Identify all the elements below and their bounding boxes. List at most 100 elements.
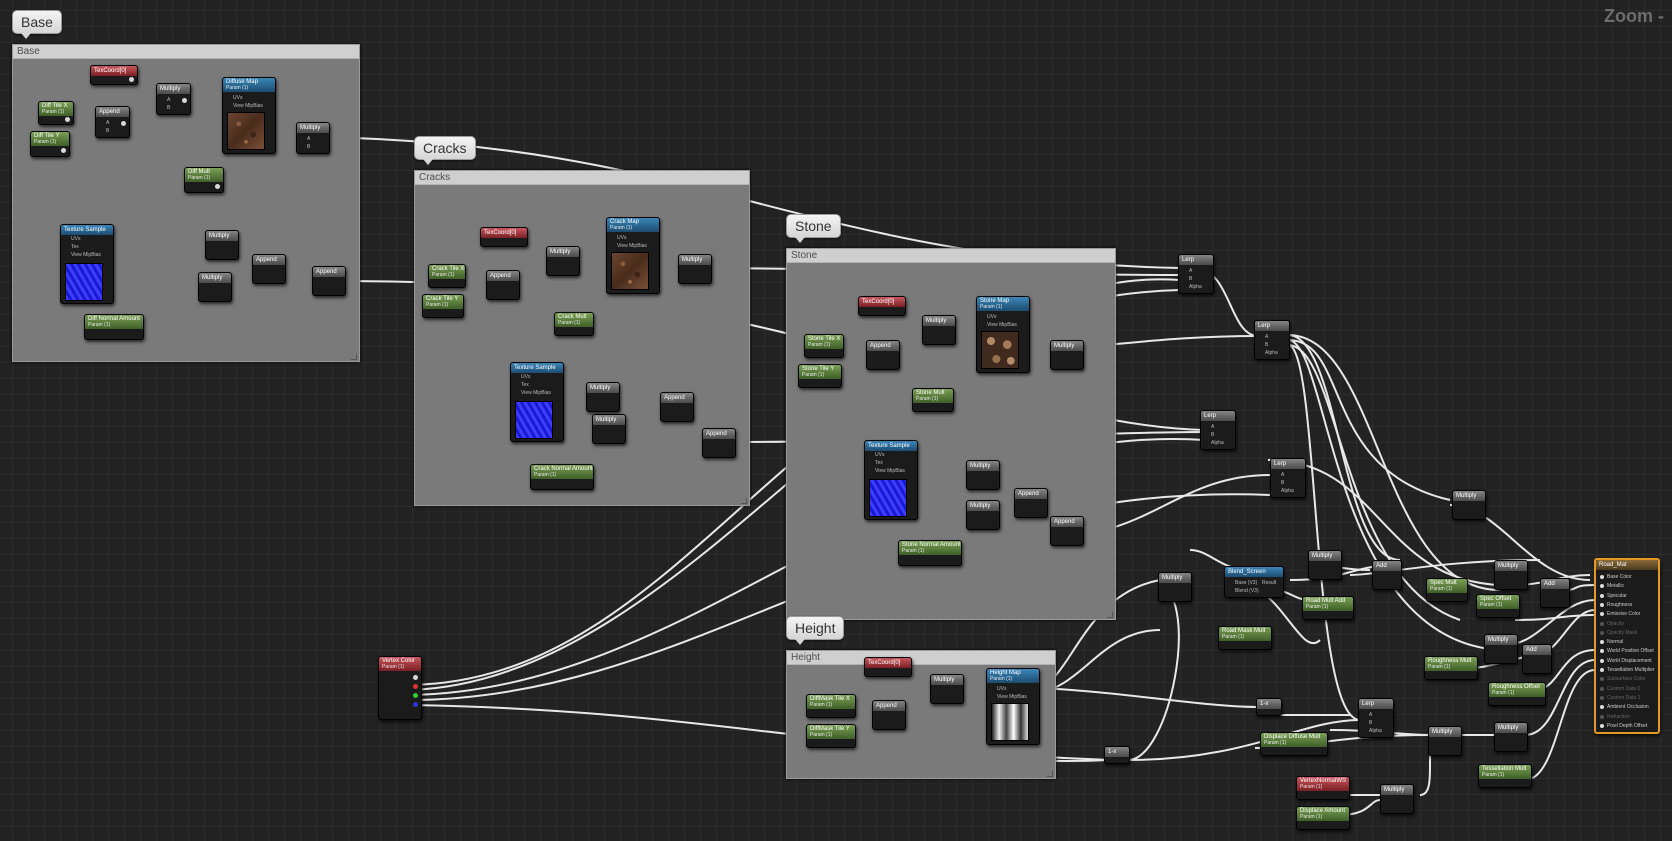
- blend-screen-node[interactable]: Blend_Screen Base (V3) Blend (V3) Result: [1224, 566, 1284, 598]
- output-pin[interactable]: [61, 148, 66, 153]
- comment-box-cracks[interactable]: Cracks: [414, 170, 750, 506]
- output-pin-b[interactable]: [413, 702, 418, 707]
- output-pin[interactable]: [129, 77, 134, 82]
- output-pin[interactable]: [182, 98, 187, 103]
- append-node[interactable]: Append: [702, 428, 736, 458]
- result-input-row[interactable]: Pixel Depth Offset: [1600, 723, 1647, 729]
- append-node[interactable]: Append: [486, 270, 520, 300]
- input-pin[interactable]: [1600, 686, 1604, 691]
- result-input-row[interactable]: Roughness: [1600, 602, 1632, 608]
- vertex-normal-ws-node[interactable]: VertexNormalWS Param (1): [1296, 776, 1350, 800]
- diff-tile-y-node[interactable]: Diff Tile Y Param (1): [30, 131, 70, 157]
- multiply-node[interactable]: Multiply: [678, 254, 712, 284]
- multiply-node[interactable]: Multiply: [1050, 340, 1084, 370]
- result-input-row[interactable]: World Displacement: [1600, 658, 1652, 664]
- texcoord-node[interactable]: TexCoord[0]: [90, 65, 138, 85]
- append-node[interactable]: Append: [1014, 488, 1048, 518]
- diffmask-tile-x-node[interactable]: DiffMask Tile X Param (1): [806, 694, 856, 718]
- multiply-node[interactable]: Multiply: [966, 500, 1000, 530]
- multiply-node[interactable]: Multiply: [1494, 722, 1528, 752]
- diff-normal-amount-node[interactable]: Diff Normal Amount Param (1): [84, 314, 144, 340]
- input-pin[interactable]: [1600, 695, 1604, 700]
- texture-sample-node[interactable]: Texture Sample UVs Tex View MipBias: [60, 224, 114, 304]
- input-pin[interactable]: [1600, 677, 1604, 682]
- output-pin-g[interactable]: [413, 693, 418, 698]
- append-node[interactable]: Append: [312, 266, 346, 296]
- crack-tile-y-node[interactable]: Crack Tile Y Param (1): [422, 294, 464, 318]
- input-pin[interactable]: [1600, 612, 1604, 617]
- result-input-row[interactable]: Tessellation Multiplier: [1600, 667, 1655, 673]
- multiply-node[interactable]: Multiply: [1452, 490, 1486, 520]
- input-pin[interactable]: [1600, 584, 1604, 589]
- material-result-node[interactable]: Road_Mat Base Color Metallic Specular Rough…: [1594, 558, 1660, 734]
- result-input-row[interactable]: Metallic: [1600, 583, 1624, 589]
- add-node[interactable]: Add: [1372, 560, 1402, 590]
- multiply-node[interactable]: Multiply: [1158, 572, 1192, 602]
- append-node[interactable]: Append: [660, 392, 694, 422]
- diff-mult-node[interactable]: Diff Mult Param (1): [184, 167, 224, 193]
- spec-mult-node[interactable]: Spec Mult Param (1): [1426, 578, 1468, 602]
- multiply-node[interactable]: Multiply: [1494, 560, 1528, 590]
- output-pin-r[interactable]: [413, 684, 418, 689]
- resize-handle[interactable]: [741, 498, 747, 504]
- input-pin[interactable]: [1600, 630, 1604, 635]
- roughness-mult-node[interactable]: Roughness Mult Param (1): [1424, 656, 1478, 680]
- result-input-row[interactable]: Base Color: [1600, 574, 1632, 580]
- input-pin[interactable]: [1600, 714, 1604, 719]
- stone-map-node[interactable]: Stone Map Param (1) UVs View MipBias: [976, 296, 1030, 373]
- comment-bubble-stone[interactable]: Stone: [786, 214, 841, 243]
- multiply-node[interactable]: Multiply: [930, 674, 964, 704]
- one-minus-node[interactable]: 1-x: [1256, 698, 1282, 716]
- stone-normal-amount-node[interactable]: Stone Normal Amount Param (1): [898, 540, 962, 566]
- comment-bubble-cracks[interactable]: Cracks: [414, 136, 476, 165]
- multiply-node[interactable]: Multiply: [1308, 550, 1342, 580]
- multiply-node[interactable]: Multiply: [592, 414, 626, 444]
- multiply-node[interactable]: Multiply: [205, 230, 239, 260]
- multiply-node[interactable]: Multiply: [198, 272, 232, 302]
- multiply-node[interactable]: Multiply: [586, 382, 620, 412]
- multiply-node[interactable]: Multiply: [966, 460, 1000, 490]
- multiply-node[interactable]: Multiply: [546, 246, 580, 276]
- lerp-node[interactable]: Lerp A B Alpha: [1254, 320, 1290, 360]
- road-mult-add-node[interactable]: Road Mult Add Param (1): [1302, 596, 1354, 620]
- road-mask-mult-node[interactable]: Road Mask Mult Param (1): [1218, 626, 1272, 650]
- diff-tile-x-node[interactable]: Diff Tile X Param (1): [38, 101, 74, 125]
- append-node[interactable]: Append: [872, 700, 906, 730]
- input-pin[interactable]: [1600, 602, 1604, 607]
- height-map-node[interactable]: Height Map Param (1) UVs View MipBias: [986, 668, 1040, 745]
- roughness-offset-node[interactable]: Roughness Offset Param (1): [1488, 682, 1546, 706]
- result-input-row[interactable]: Specular: [1600, 593, 1627, 599]
- input-pin[interactable]: [1600, 593, 1604, 598]
- result-input-row[interactable]: Ambient Occlusion: [1600, 704, 1649, 710]
- crack-map-node[interactable]: Crack Map Param (1) UVs View MipBias: [606, 217, 660, 294]
- result-input-row[interactable]: Refraction: [1600, 714, 1630, 720]
- texcoord-node[interactable]: TexCoord[0]: [858, 296, 906, 316]
- lerp-node[interactable]: Lerp A B Alpha: [1270, 458, 1306, 498]
- comment-bubble-height[interactable]: Height: [786, 616, 845, 645]
- lerp-node[interactable]: Lerp A B Alpha: [1200, 410, 1236, 450]
- input-pin[interactable]: [1600, 649, 1604, 654]
- result-input-row[interactable]: Subsurface Color: [1600, 676, 1646, 682]
- diffuse-map-node[interactable]: Diffuse Map Param (1) UVs View MipBias: [222, 77, 276, 154]
- tessellation-mult-node[interactable]: Tessellation Mult Param (1): [1478, 764, 1532, 788]
- stone-mult-node[interactable]: Stone Mult Param (1): [912, 388, 954, 412]
- resize-handle[interactable]: [1107, 612, 1113, 618]
- add-node[interactable]: Add: [1540, 578, 1570, 608]
- output-pin[interactable]: [65, 117, 70, 122]
- result-input-row[interactable]: Normal: [1600, 639, 1623, 645]
- result-input-row[interactable]: Opacity: [1600, 621, 1624, 627]
- vertex-color-node[interactable]: Vertex Color Param (1): [378, 656, 422, 720]
- crack-tile-x-node[interactable]: Crack Tile X Param (1): [428, 264, 466, 288]
- input-pin[interactable]: [1600, 705, 1604, 710]
- result-input-row[interactable]: Opacity Mask: [1600, 630, 1637, 636]
- input-pin[interactable]: [1600, 658, 1604, 663]
- lerp-node[interactable]: Lerp A B Alpha: [1358, 698, 1394, 738]
- multiply-node[interactable]: Multiply A B: [296, 122, 330, 154]
- multiply-node[interactable]: Multiply: [1484, 634, 1518, 664]
- append-node[interactable]: Append A B: [95, 106, 130, 138]
- stone-tile-x-node[interactable]: Stone Tile X Param (1): [804, 334, 844, 358]
- multiply-node[interactable]: Multiply: [1428, 726, 1462, 756]
- spec-offset-node[interactable]: Spec Offset Param (1): [1476, 594, 1520, 618]
- texture-sample-node[interactable]: Texture Sample UVs Tex View MipBias: [864, 440, 918, 520]
- result-input-row[interactable]: World Position Offset: [1600, 648, 1654, 654]
